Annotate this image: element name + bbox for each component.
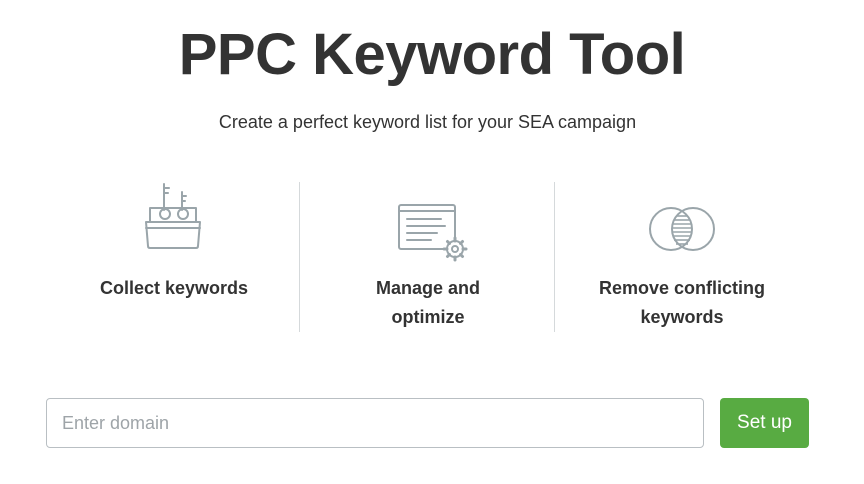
feature-label-line1: Remove conflicting [598,278,766,298]
feature-manage-optimize: Manage and optimize [301,182,555,332]
feature-label-line1: Collect keywords [99,278,249,298]
domain-input[interactable] [46,398,704,448]
page-title: PPC Keyword Tool [178,22,686,87]
feature-label: Manage and optimize [301,274,555,332]
feature-label-line2: optimize [391,307,465,327]
feature-label-line1: Manage and [375,278,481,298]
setup-button[interactable]: Set up [720,398,809,448]
document-settings-icon [398,204,468,262]
ppc-keyword-tool-page: PPC Keyword Tool Create a perfect keywor… [0,0,864,484]
feature-divider [299,182,300,332]
feature-list: Collect keywords Manage and optimize Rem… [47,182,809,332]
feature-label-line2: keywords [640,307,724,327]
feature-collect-keywords: Collect keywords [47,182,301,332]
keyword-basket-icon [145,183,201,249]
page-subtitle: Create a perfect keyword list for your S… [218,112,637,132]
feature-label: Remove conflicting keywords [555,274,809,332]
feature-label: Collect keywords [47,274,301,303]
feature-remove-conflicting: Remove conflicting keywords [555,182,809,332]
venn-intersection-icon [649,207,715,251]
